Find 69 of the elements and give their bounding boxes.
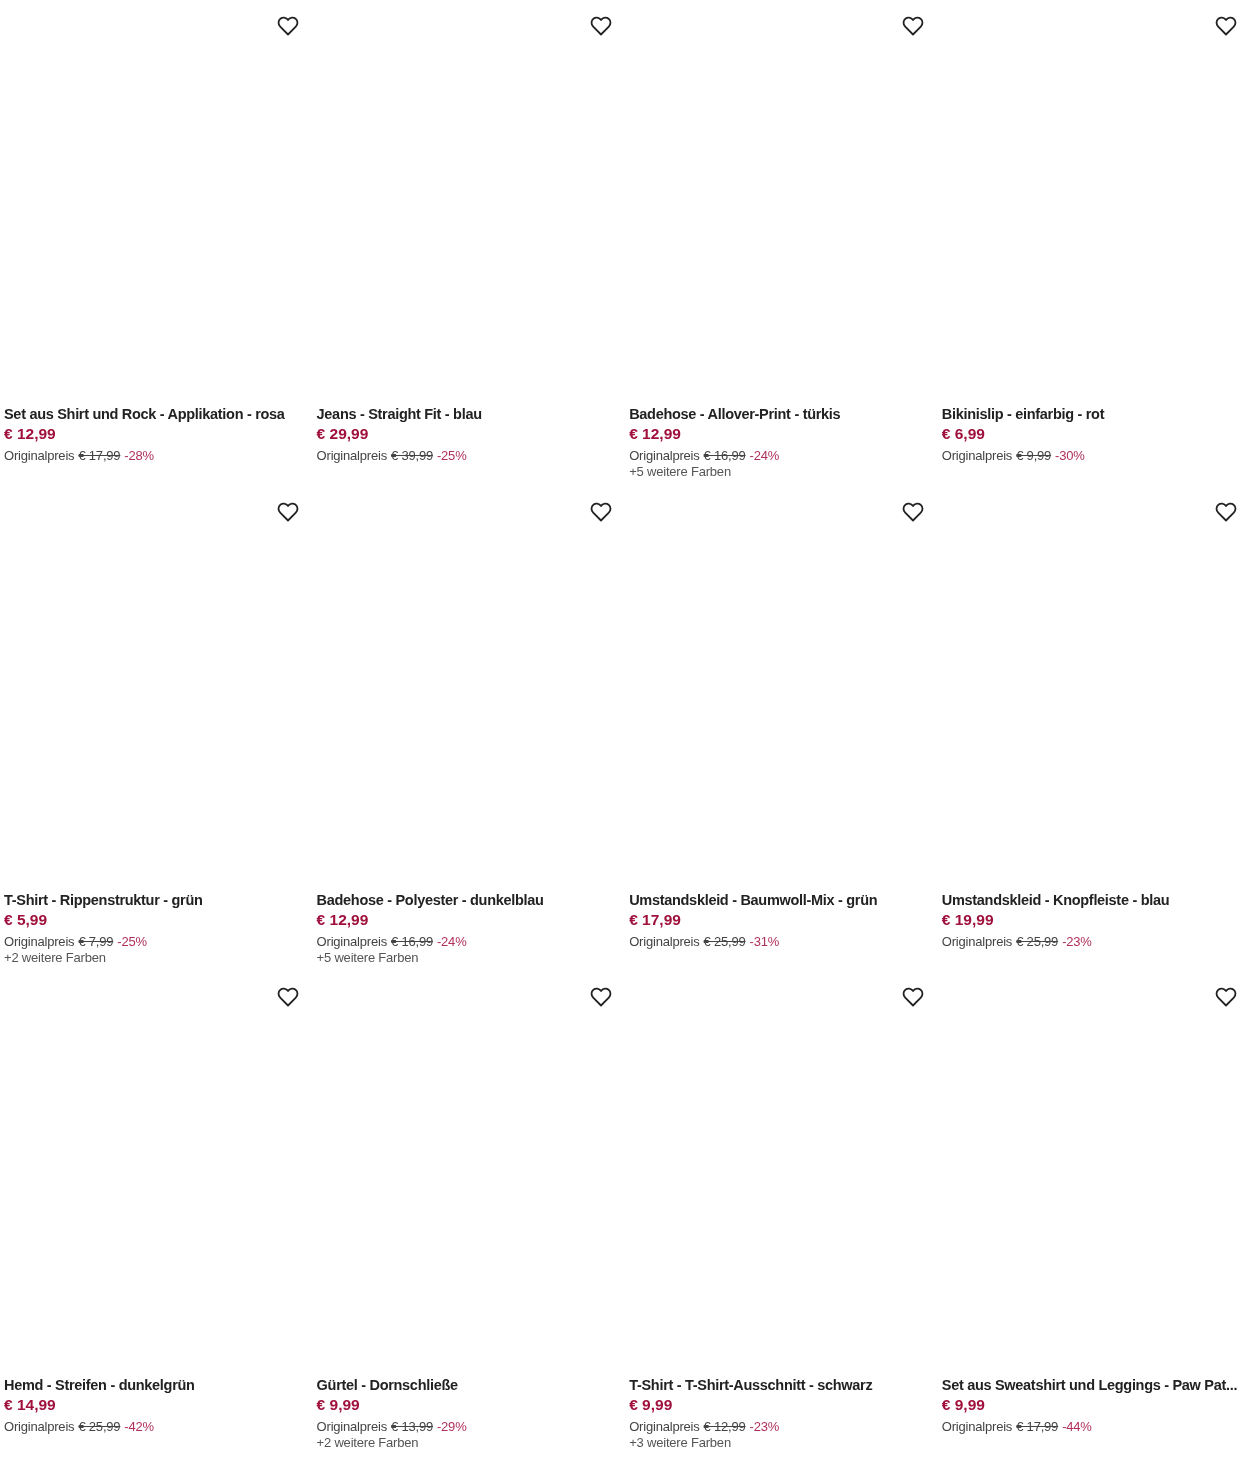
original-price-label: Originalpreis xyxy=(941,448,1013,464)
original-price: € 25,99 xyxy=(1016,933,1059,950)
sale-price: € 5,99 xyxy=(4,909,48,929)
discount: -42% xyxy=(124,1419,154,1436)
original-price: € 25,99 xyxy=(78,1419,121,1436)
sale-price: € 9,99 xyxy=(316,1395,360,1415)
discount: -23% xyxy=(1062,933,1092,950)
original-price: € 16,99 xyxy=(390,933,433,950)
more-colors: +3 weitere Farben xyxy=(629,1435,731,1452)
sale-price: € 9,99 xyxy=(629,1395,673,1415)
original-price-label: Originalpreis xyxy=(316,1419,387,1436)
discount: -24% xyxy=(436,933,467,950)
original-price-label: Originalpreis xyxy=(629,1419,700,1436)
product-title[interactable]: Jeans - Straight Fit - blau xyxy=(316,405,482,424)
sale-price: € 29,99 xyxy=(316,424,369,443)
product-title[interactable]: Gürtel - Dornschließe xyxy=(316,1376,458,1396)
discount: -29% xyxy=(436,1419,467,1436)
original-price-label: Originalpreis xyxy=(316,933,387,950)
discount: -28% xyxy=(124,448,154,464)
product-title[interactable]: T-Shirt - T-Shirt-Ausschnitt - schwarz xyxy=(629,1376,873,1396)
heart-icon xyxy=(901,14,926,38)
sale-price: € 12,99 xyxy=(4,424,56,443)
original-price: € 13,99 xyxy=(390,1419,433,1436)
discount: -44% xyxy=(1062,1419,1092,1436)
original-price: € 25,99 xyxy=(703,933,746,950)
sale-price: € 19,99 xyxy=(941,909,994,929)
original-price: € 39,99 xyxy=(390,448,433,464)
heart-icon xyxy=(588,14,613,38)
original-price: € 17,99 xyxy=(78,448,121,464)
sale-price: € 6,99 xyxy=(941,424,985,443)
original-price-label: Originalpreis xyxy=(941,933,1013,950)
product-title[interactable]: Badehose - Polyester - dunkelblau xyxy=(316,890,544,910)
product-title[interactable]: Umstandskleid - Knopfleiste - blau xyxy=(941,890,1170,910)
discount: -23% xyxy=(749,1419,780,1436)
sale-price: € 12,99 xyxy=(316,909,369,929)
original-price-label: Originalpreis xyxy=(941,1419,1013,1436)
product-title[interactable]: Bikinislip - einfarbig - rot xyxy=(941,405,1105,424)
original-price: € 9,99 xyxy=(1016,448,1052,464)
sale-price: € 12,99 xyxy=(629,424,681,443)
discount: -30% xyxy=(1055,448,1085,464)
discount: -31% xyxy=(749,933,780,950)
original-price: € 7,99 xyxy=(78,933,114,950)
sale-price: € 14,99 xyxy=(4,1395,56,1415)
more-colors: +5 weitere Farben xyxy=(316,949,419,966)
heart-icon xyxy=(1213,14,1238,38)
original-price-label: Originalpreis xyxy=(4,933,75,950)
discount: -25% xyxy=(436,448,467,464)
original-price-label: Originalpreis xyxy=(316,448,387,464)
more-colors: +2 weitere Farben xyxy=(316,1435,419,1452)
discount: -25% xyxy=(117,933,147,950)
product-title[interactable]: Set aus Sweatshirt und Leggings - Paw Pat... xyxy=(941,1376,1238,1396)
product-title[interactable]: Hemd - Streifen - dunkelgrün xyxy=(4,1376,195,1396)
product-title[interactable]: Umstandskleid - Baumwoll-Mix - grün xyxy=(629,890,878,910)
sale-price: € 17,99 xyxy=(629,909,681,929)
original-price-label: Originalpreis xyxy=(629,933,700,950)
original-price-label: Originalpreis xyxy=(4,448,75,464)
discount: -24% xyxy=(749,448,780,464)
product-title[interactable]: Set aus Shirt und Rock - Applikation - rosa xyxy=(4,405,285,424)
original-price: € 17,99 xyxy=(1016,1419,1059,1436)
product-title[interactable]: Badehose - Allover-Print - türkis xyxy=(629,405,841,424)
original-price-label: Originalpreis xyxy=(4,1419,75,1436)
more-colors: +5 weitere Farben xyxy=(629,464,731,480)
more-colors: +2 weitere Farben xyxy=(4,949,106,966)
original-price: € 16,99 xyxy=(703,448,746,464)
heart-icon xyxy=(276,14,300,38)
sale-price: € 9,99 xyxy=(941,1395,985,1415)
original-price: € 12,99 xyxy=(703,1419,746,1436)
product-title[interactable]: T-Shirt - Rippenstruktur - grün xyxy=(4,890,203,910)
original-price-label: Originalpreis xyxy=(629,448,700,464)
